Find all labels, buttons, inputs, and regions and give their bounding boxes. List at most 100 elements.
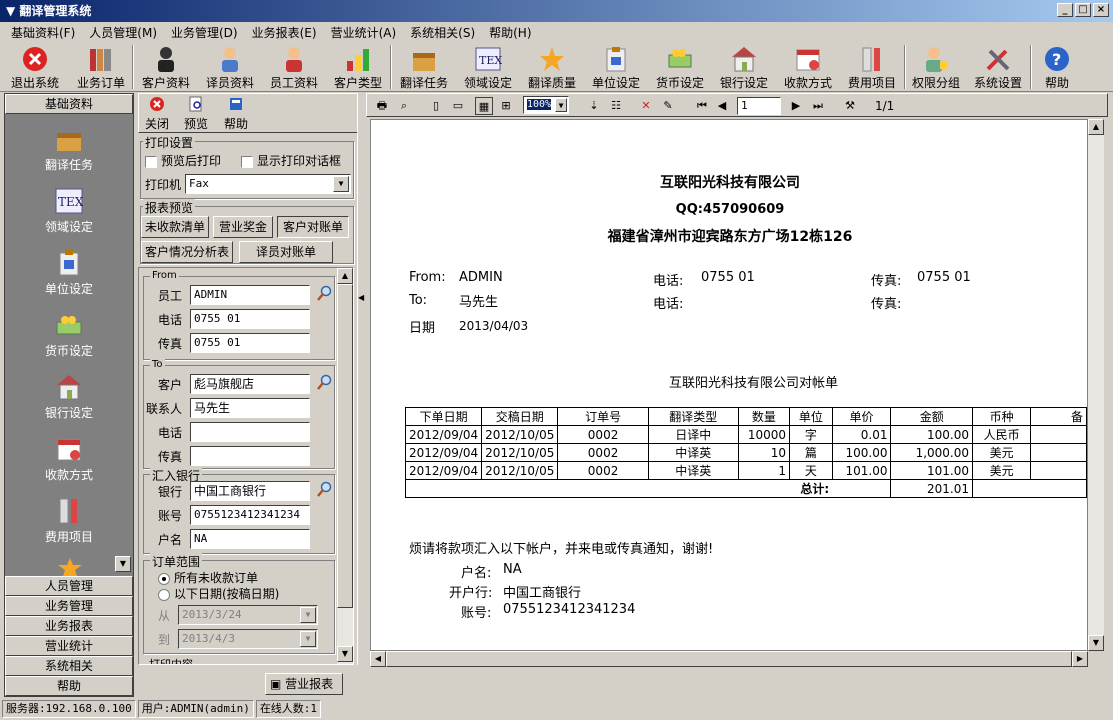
multi-page-icon[interactable]: ⊞ <box>497 97 515 115</box>
unit-setting-button[interactable]: 单位设定 <box>584 42 648 92</box>
account-name-field[interactable]: NA <box>190 529 310 549</box>
sidebar-scroll-down-icon[interactable]: ▼ <box>115 556 131 572</box>
from-staff-field[interactable]: ADMIN <box>190 285 310 305</box>
scroll-thumb[interactable] <box>337 284 353 608</box>
bonus-button[interactable]: 营业奖金 <box>213 216 273 238</box>
sidebar-item-unit[interactable]: 单位设定 <box>5 238 133 300</box>
staff-info-button[interactable]: 员工资料 <box>262 42 326 92</box>
options-scrollbar[interactable]: ▲ ▼ <box>337 268 353 664</box>
next-page-icon[interactable]: ▶ <box>787 97 805 115</box>
splitter[interactable]: ◀ <box>357 93 365 665</box>
sidebar-section-system[interactable]: 系统相关 <box>5 656 133 676</box>
account-field[interactable]: 0755123412341234 <box>190 505 310 525</box>
menu-basic[interactable]: 基础资料(F) <box>4 24 82 41</box>
translator-info-button[interactable]: 译员资料 <box>198 42 262 92</box>
sidebar-header[interactable]: 基础资料 <box>5 94 133 114</box>
delete-page-icon[interactable]: ✕ <box>637 97 655 115</box>
menu-reports[interactable]: 业务报表(E) <box>245 24 324 41</box>
close-button[interactable]: × <box>1093 3 1109 17</box>
domain-setting-button[interactable]: TEX 领域设定 <box>456 42 520 92</box>
page-width-icon[interactable]: ▭ <box>449 97 467 115</box>
menu-personnel[interactable]: 人员管理(M) <box>82 24 164 41</box>
bank-setting-button[interactable]: 银行设定 <box>712 42 776 92</box>
translator-statement-button[interactable]: 译员对账单 <box>239 241 333 263</box>
to-fax-field[interactable] <box>190 446 310 466</box>
sidebar-section-business[interactable]: 业务管理 <box>5 596 133 616</box>
printer-select[interactable]: Fax ▼ <box>185 174 351 194</box>
scroll-right-icon[interactable]: ▶ <box>1072 651 1088 667</box>
search-icon[interactable] <box>316 285 332 306</box>
sidebar-item-bank[interactable]: 银行设定 <box>5 362 133 424</box>
scroll-up-icon[interactable]: ▲ <box>337 268 353 284</box>
menu-stats[interactable]: 营业统计(A) <box>324 24 404 41</box>
to-phone-field[interactable] <box>190 422 310 442</box>
range-date-radio[interactable]: 以下日期(按稿日期) <box>158 585 279 602</box>
sidebar-item-expense[interactable]: 费用项目 <box>5 486 133 548</box>
preview-vscrollbar[interactable]: ▲ ▼ <box>1088 119 1104 651</box>
menu-business[interactable]: 业务管理(D) <box>164 24 245 41</box>
sidebar-item-domain[interactable]: TEX 领域设定 <box>5 176 133 238</box>
from-phone-field[interactable]: 0755 01 <box>190 309 310 329</box>
zoom-select[interactable]: 100% ▼ <box>523 96 569 114</box>
scroll-left-icon[interactable]: ◀ <box>370 651 386 667</box>
preview-hscrollbar[interactable]: ◀ ▶ <box>370 651 1088 667</box>
sidebar-item-currency[interactable]: 货币设定 <box>5 300 133 362</box>
expense-item-button[interactable]: 费用项目 <box>840 42 904 92</box>
outline-icon[interactable]: ☷ <box>607 97 625 115</box>
customer-statement-button[interactable]: 客户对账单 <box>277 216 349 238</box>
range-to-date[interactable]: 2013/4/3 ▼ <box>178 629 318 649</box>
scroll-down-icon[interactable]: ▼ <box>1088 635 1104 651</box>
translation-quality-button[interactable]: 翻译质量 <box>520 42 584 92</box>
exit-system-button[interactable]: 退出系统 <box>0 42 70 92</box>
grid-icon[interactable]: ▦ <box>475 97 493 115</box>
sidebar-section-help[interactable]: 帮助 <box>5 676 133 696</box>
payment-method-button[interactable]: 收款方式 <box>776 42 840 92</box>
sidebar-section-stats[interactable]: 营业统计 <box>5 636 133 656</box>
sidebar-section-reports[interactable]: 业务报表 <box>5 616 133 636</box>
menu-help[interactable]: 帮助(H) <box>482 24 538 41</box>
sidebar-item-payment[interactable]: 收款方式 <box>5 424 133 486</box>
sidebar-item-translation-task[interactable]: 翻译任务 <box>5 114 133 176</box>
help-button[interactable]: ? 帮助 <box>1032 42 1082 92</box>
single-page-icon[interactable]: ▯ <box>427 97 445 115</box>
permission-group-button[interactable]: 权限分组 <box>906 42 966 92</box>
design-icon[interactable]: ⚒ <box>841 97 859 115</box>
print-icon[interactable]: 🖶 <box>373 97 391 115</box>
customer-analysis-button[interactable]: 客户情况分析表 <box>141 241 233 263</box>
range-all-unpaid-radio[interactable]: 所有未收款订单 <box>158 569 258 586</box>
export-icon[interactable]: ⇣ <box>585 97 603 115</box>
page-number-field[interactable]: 1 <box>737 97 781 115</box>
unpaid-list-button[interactable]: 未收款清单 <box>141 216 209 238</box>
range-from-date[interactable]: 2013/3/24 ▼ <box>178 605 318 625</box>
hscroll-thumb[interactable] <box>386 651 1072 667</box>
find-icon[interactable]: ⌕ <box>395 97 413 115</box>
collapse-arrow-icon[interactable]: ◀ <box>358 293 364 302</box>
customer-info-button[interactable]: 客户资料 <box>134 42 198 92</box>
first-page-icon[interactable]: ⏮ <box>693 97 711 115</box>
bank-field[interactable]: 中国工商银行 <box>190 481 310 501</box>
sidebar-section-personnel[interactable]: 人员管理 <box>5 576 133 596</box>
edit-page-icon[interactable]: ✎ <box>659 97 677 115</box>
to-contact-field[interactable]: 马先生 <box>190 398 310 418</box>
customer-type-button[interactable]: 客户类型 <box>326 42 390 92</box>
prev-page-icon[interactable]: ◀ <box>713 97 731 115</box>
preview-after-print-checkbox[interactable]: 预览后打印 <box>145 152 221 169</box>
search-icon[interactable] <box>316 481 332 502</box>
panel-close-button[interactable]: 关闭 <box>143 96 171 132</box>
panel-help-button[interactable]: 帮助 <box>221 96 251 132</box>
scroll-up-icon[interactable]: ▲ <box>1088 119 1104 135</box>
from-fax-field[interactable]: 0755 01 <box>190 333 310 353</box>
translation-task-button[interactable]: 翻译任务 <box>392 42 456 92</box>
minimize-button[interactable]: _ <box>1057 3 1073 17</box>
system-settings-button[interactable]: 系统设置 <box>966 42 1030 92</box>
tab-business-report[interactable]: ▣ 营业报表 <box>265 673 343 695</box>
scroll-down-icon[interactable]: ▼ <box>337 646 353 662</box>
orders-button[interactable]: 业务订单 <box>70 42 132 92</box>
search-icon[interactable] <box>316 374 332 395</box>
last-page-icon[interactable]: ⏭ <box>809 97 827 115</box>
currency-setting-button[interactable]: 货币设定 <box>648 42 712 92</box>
maximize-button[interactable]: □ <box>1075 3 1091 17</box>
panel-preview-button[interactable]: 预览 <box>181 96 211 132</box>
to-customer-field[interactable]: 彪马旗舰店 <box>190 374 310 394</box>
menu-system[interactable]: 系统相关(S) <box>403 24 482 41</box>
